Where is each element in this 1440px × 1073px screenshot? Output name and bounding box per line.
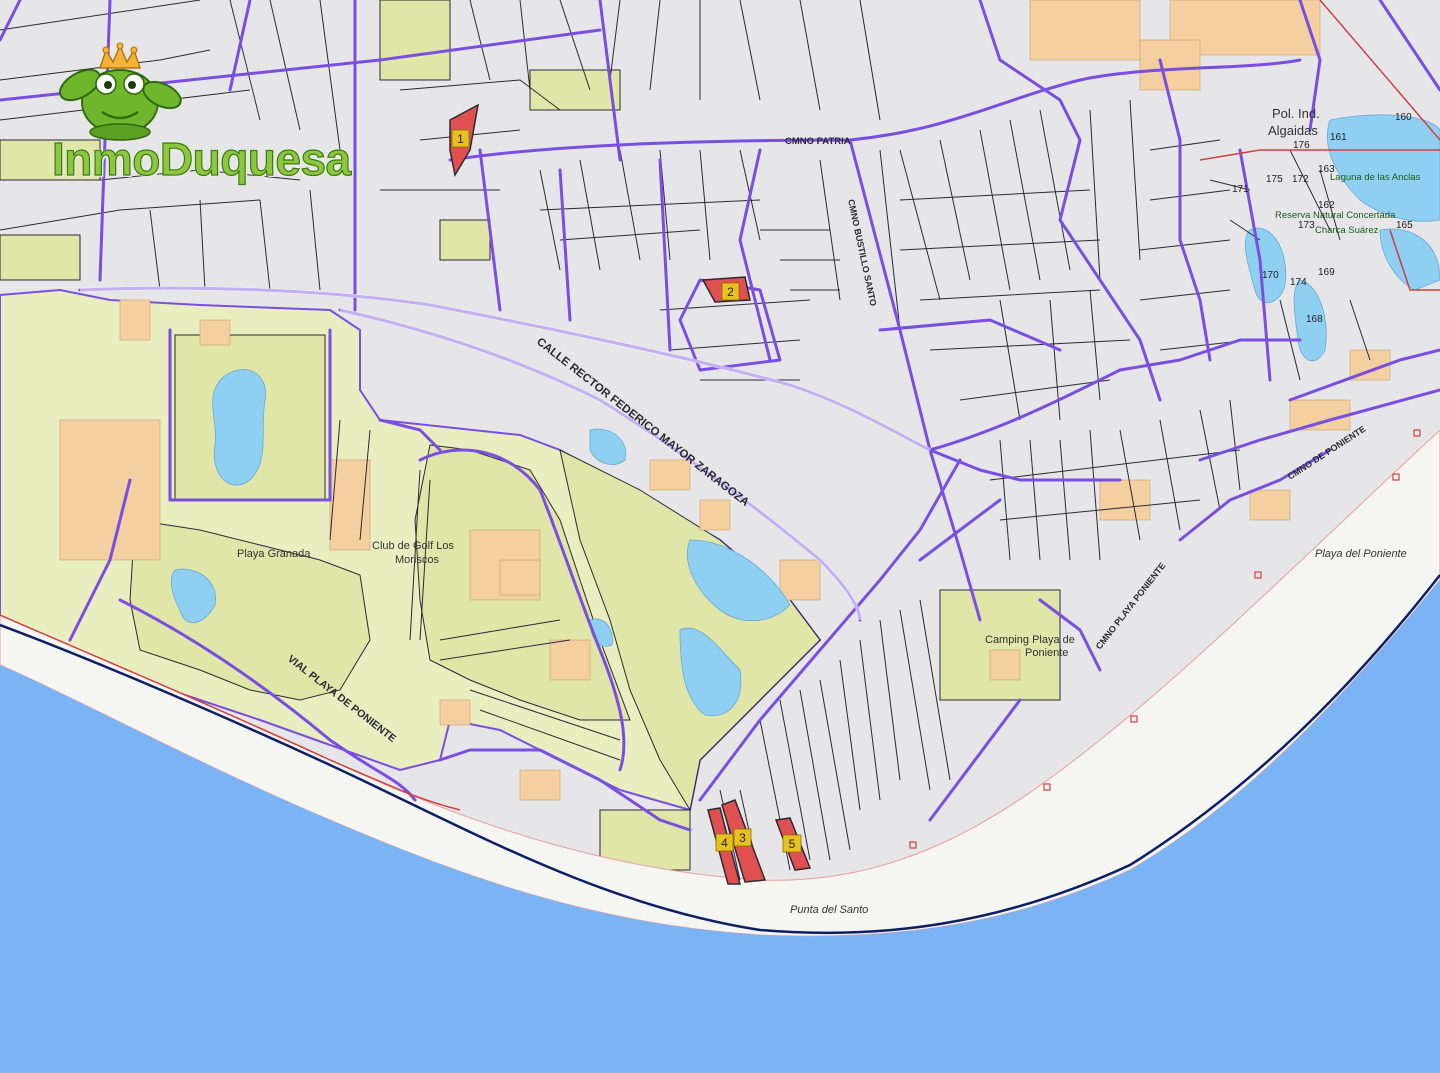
place-label-camping-line1: Camping Playa de — [985, 634, 1075, 646]
parcel-number: 169 — [1318, 267, 1335, 278]
parcel-number: 176 — [1293, 140, 1310, 151]
parcel-number: 163 — [1318, 164, 1335, 175]
parcel-number: 162 — [1318, 200, 1335, 211]
parcel-number: 175 — [1266, 174, 1283, 185]
place-label-laguna: Laguna de las Anclas — [1330, 172, 1421, 183]
marker-5-label: 5 — [789, 837, 796, 851]
marker-2-label: 2 — [727, 285, 734, 299]
place-label-club-golf-line1: Club de Golf Los — [372, 540, 454, 552]
parcel-number: 171 — [1232, 184, 1249, 195]
place-label-pol-ind-line1: Pol. Ind. — [1272, 106, 1320, 121]
parcel-number: 174 — [1290, 277, 1307, 288]
place-label-camping-line2: Poniente — [1025, 647, 1068, 659]
place-label-reserva-line1: Reserva Natural Concertada — [1275, 210, 1396, 221]
place-label-punta-santo: Punta del Santo — [790, 904, 868, 916]
place-label-club-golf-line2: Moriscos — [395, 554, 440, 566]
marker-3-label: 3 — [739, 831, 746, 845]
parcel-number: 173 — [1298, 220, 1315, 231]
marker-1-label: 1 — [457, 132, 464, 146]
parcel-number: 170 — [1262, 270, 1279, 281]
parcel-number: 165 — [1396, 220, 1413, 231]
parcel-number: 168 — [1306, 314, 1323, 325]
place-label-reserva-line2: Charca Suárez — [1315, 225, 1379, 236]
parcel-number: 160 — [1395, 112, 1412, 123]
parcel-number: 172 — [1292, 174, 1309, 185]
place-label-playa-granada: Playa Granada — [237, 548, 311, 560]
place-label-pol-ind-line2: Algaidas — [1268, 123, 1318, 138]
brand-name: InmoDuquesa — [51, 132, 351, 185]
parcel-number: 161 — [1330, 132, 1347, 143]
marker-4-label: 4 — [721, 836, 728, 850]
street-label-camino-patria: CMNO PATRIA — [785, 136, 851, 147]
place-label-playa-poniente: Playa del Poniente — [1315, 548, 1407, 560]
